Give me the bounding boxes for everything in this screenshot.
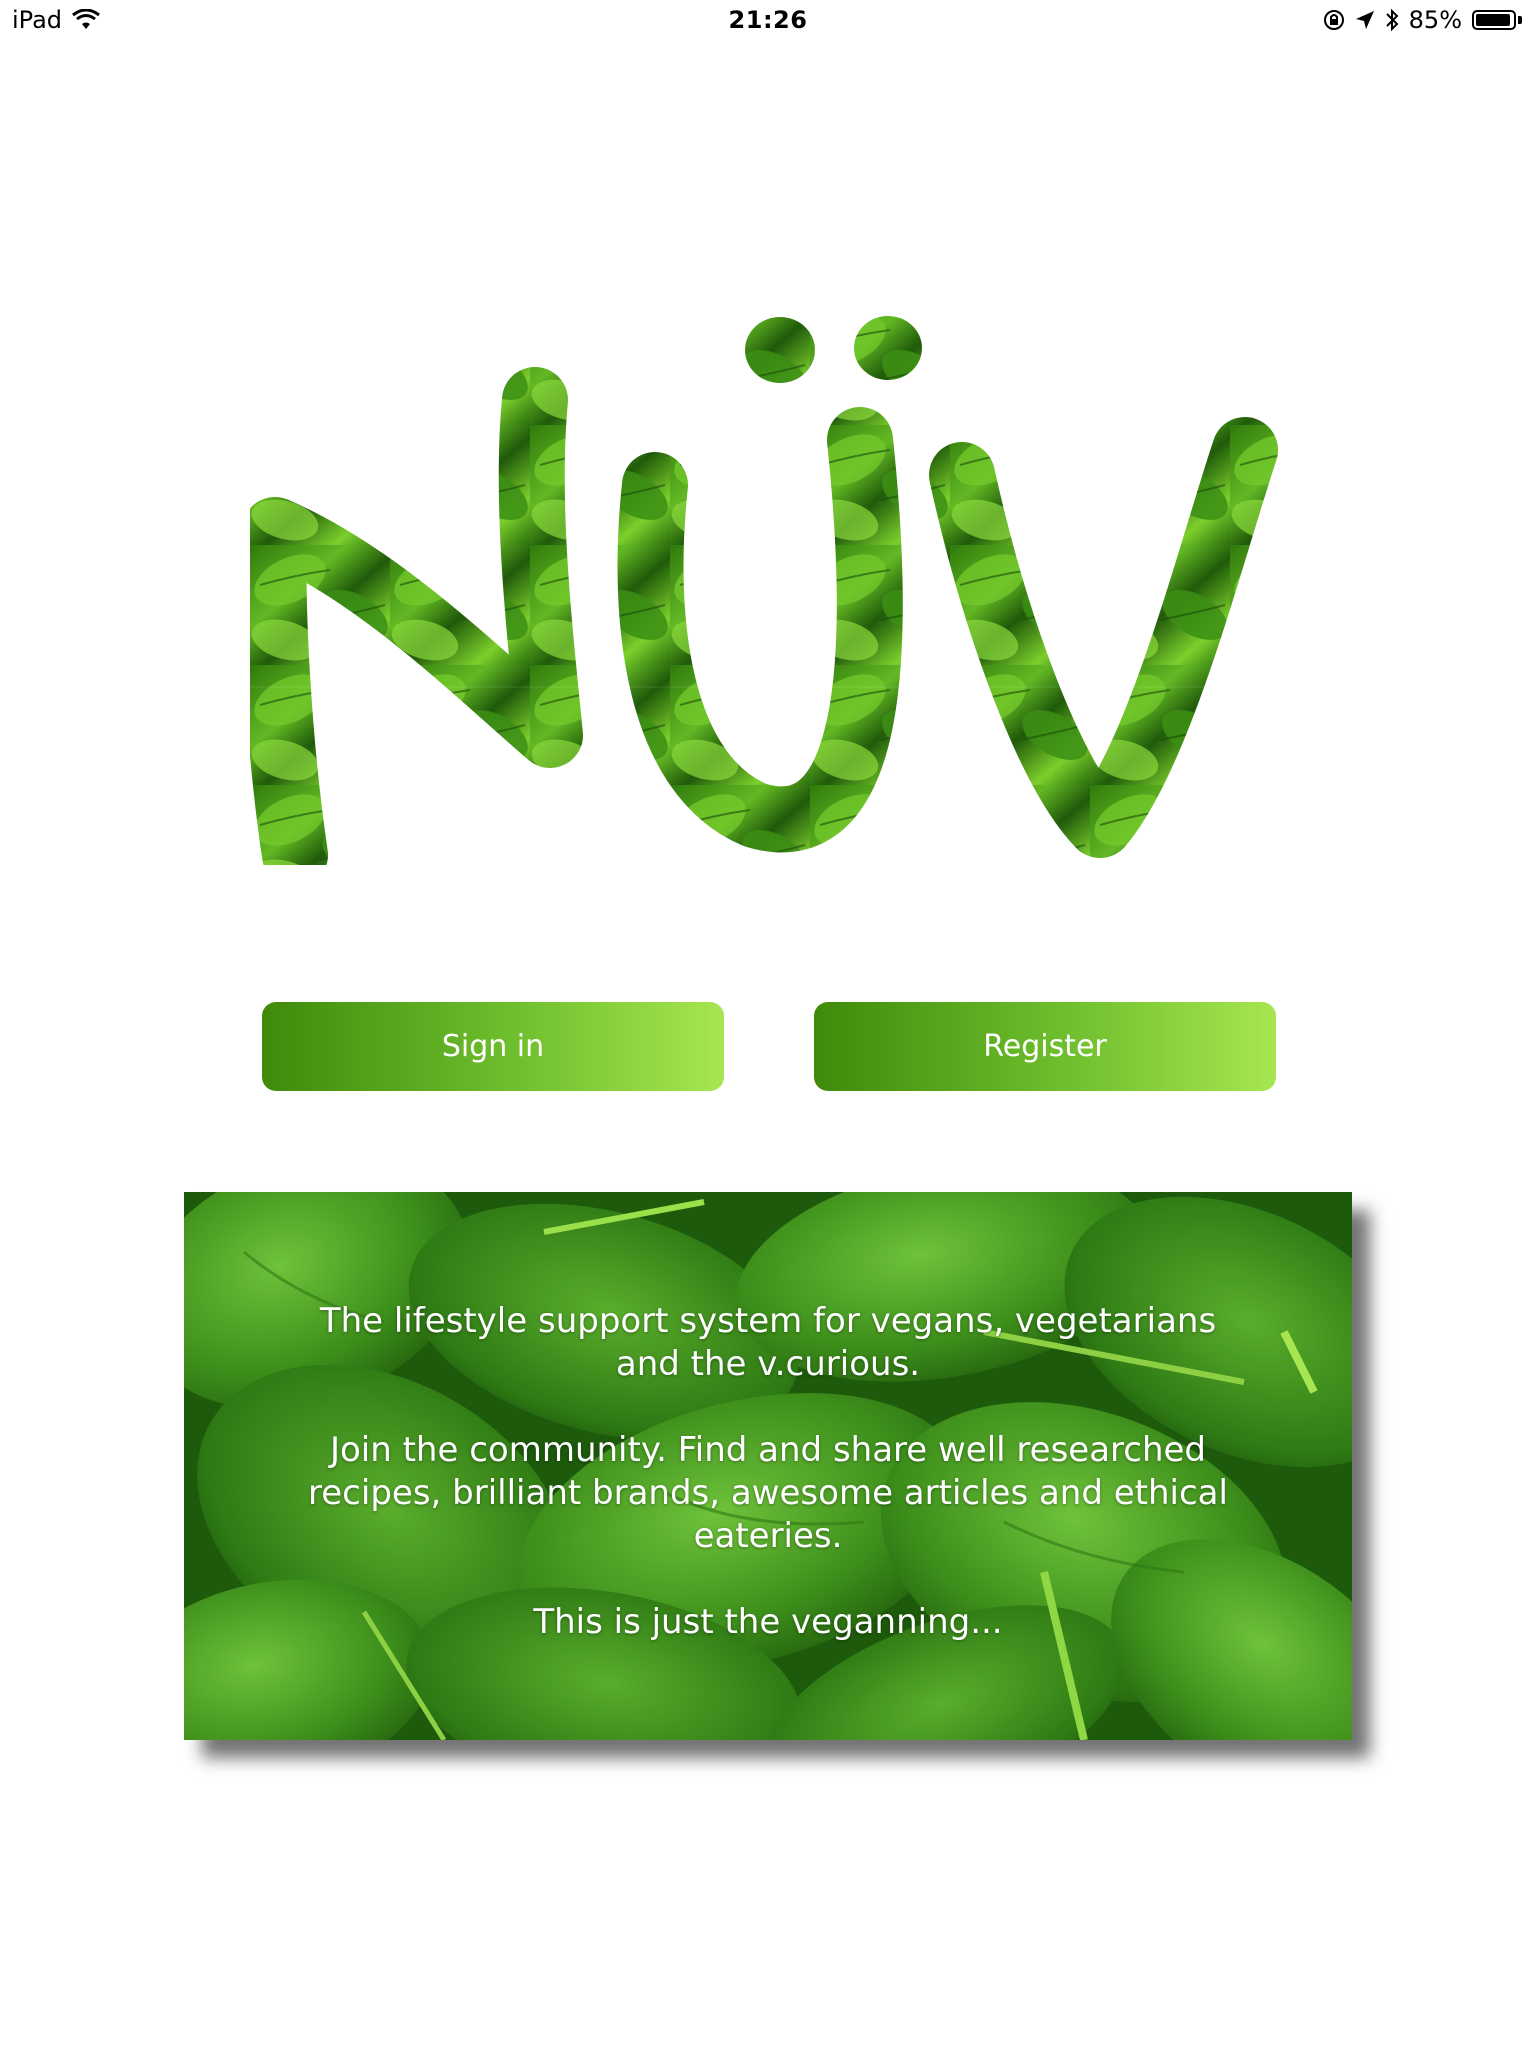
status-time: 21:26: [728, 6, 808, 34]
battery-cap: [1518, 16, 1522, 24]
battery-fill: [1476, 14, 1510, 26]
status-right: 85%: [1323, 6, 1522, 34]
info-text: The lifestyle support system for vegans,…: [294, 1300, 1242, 1687]
register-button[interactable]: Register: [814, 1002, 1276, 1091]
nuv-logo-graphic: [240, 316, 1310, 888]
bluetooth-icon: [1385, 8, 1399, 32]
battery-icon: [1472, 10, 1516, 30]
info-paragraph-3: This is just the veganning...: [533, 1602, 1003, 1642]
info-panel: The lifestyle support system for vegans,…: [184, 1192, 1352, 1740]
rotation-lock-icon: [1323, 10, 1344, 30]
info-paragraph-2: Join the community. Find and share well …: [308, 1430, 1228, 1556]
nuv-logo: [240, 305, 1310, 888]
sign-in-button[interactable]: Sign in: [262, 1002, 724, 1091]
status-bar: iPad 21:26 85%: [0, 0, 1536, 40]
battery-percent: 85%: [1408, 6, 1462, 34]
info-paragraph-1: The lifestyle support system for vegans,…: [319, 1301, 1217, 1384]
location-icon: [1355, 11, 1374, 29]
